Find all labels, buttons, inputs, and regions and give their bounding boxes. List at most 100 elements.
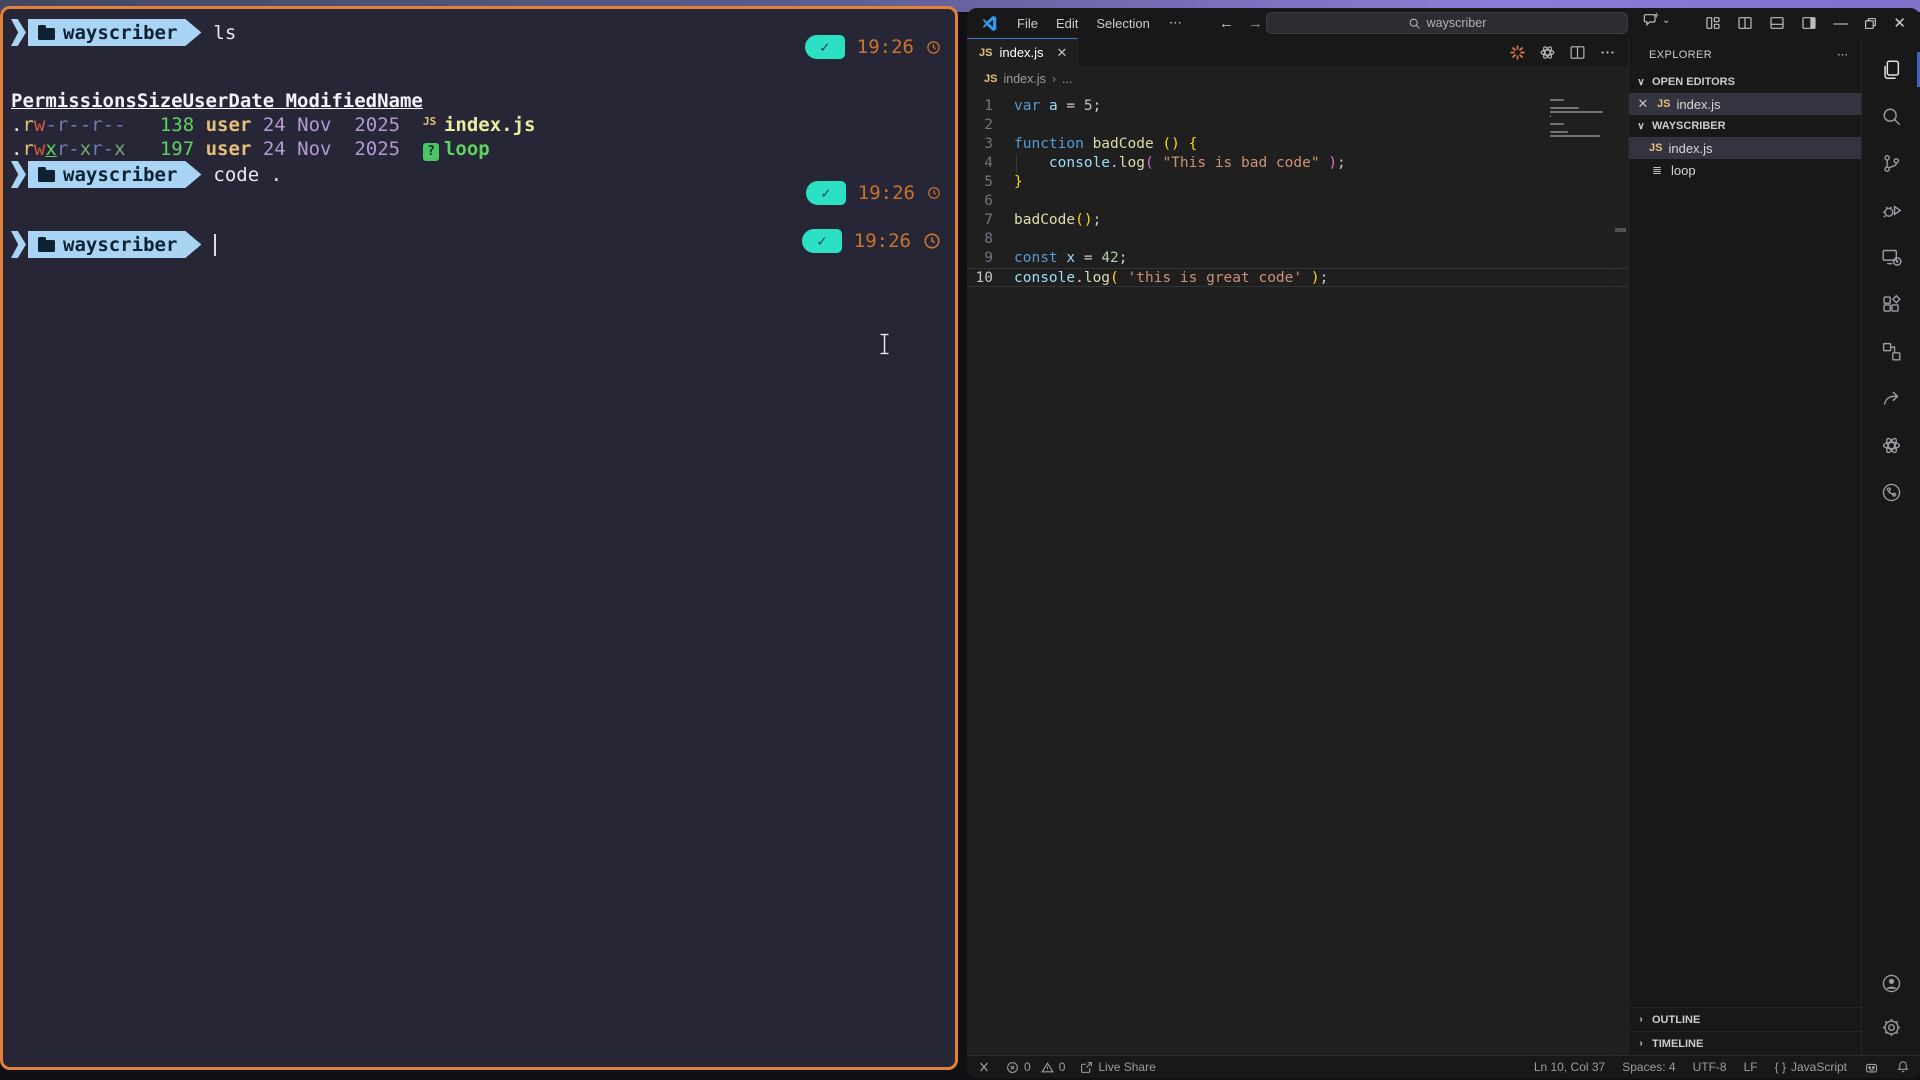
- section-timeline[interactable]: › TIMELINE: [1629, 1031, 1861, 1055]
- remote-explorer-icon[interactable]: [1862, 234, 1920, 281]
- copilot-chat-button[interactable]: ⌄: [1643, 12, 1670, 28]
- claude-icon[interactable]: [1509, 44, 1526, 61]
- code-line[interactable]: 7badCode();: [967, 211, 1628, 230]
- menu-file[interactable]: File: [1008, 16, 1047, 31]
- tab-close-icon[interactable]: ✕: [1057, 45, 1068, 61]
- openai-icon[interactable]: [1862, 422, 1920, 469]
- language-mode[interactable]: { } JavaScript: [1775, 1060, 1847, 1074]
- file-item-index-js[interactable]: JS index.js: [1629, 137, 1861, 159]
- search-icon[interactable]: [1862, 93, 1920, 140]
- code-line[interactable]: 2: [967, 116, 1628, 135]
- section-outline[interactable]: › OUTLINE: [1629, 1007, 1861, 1031]
- prompt-badge: wayscriber: [28, 231, 201, 258]
- vscode-logo-icon[interactable]: [981, 15, 998, 32]
- open-editor-item-index-js[interactable]: ✕ JS index.js: [1629, 93, 1861, 115]
- toggle-panel-icon[interactable]: [1769, 15, 1785, 31]
- source-control-icon[interactable]: [1862, 140, 1920, 187]
- close-icon[interactable]: ✕: [1635, 96, 1651, 112]
- gitlens-icon[interactable]: [1862, 469, 1920, 516]
- window-close-button[interactable]: ✕: [1893, 14, 1906, 32]
- code-line[interactable]: 9const x = 42;: [967, 249, 1628, 268]
- section-label: OPEN EDITORS: [1652, 76, 1735, 88]
- editor-scrollbar[interactable]: [1613, 92, 1628, 1055]
- js-file-icon: JS: [984, 73, 997, 85]
- line-number: 4: [967, 154, 1014, 173]
- code-line[interactable]: 1var a = 5;: [967, 97, 1628, 116]
- desktop: wayscriber ls ✓ 19:26 Permissions Size U…: [0, 0, 1920, 1080]
- notifications-bell-icon[interactable]: [1896, 1060, 1910, 1074]
- split-editor-icon[interactable]: [1569, 44, 1586, 61]
- code-line[interactable]: 5}: [967, 173, 1628, 192]
- scrollbar-handle[interactable]: [1615, 228, 1626, 232]
- symbols-icon[interactable]: [1862, 328, 1920, 375]
- explorer-more-button[interactable]: ⋯: [1837, 48, 1849, 61]
- live-share-button[interactable]: Live Share: [1080, 1060, 1155, 1074]
- account-icon[interactable]: [1881, 961, 1902, 1005]
- openai-icon[interactable]: [1539, 44, 1556, 61]
- line-number: 8: [967, 230, 1014, 249]
- terminal-block-3[interactable]: wayscriber: [11, 231, 216, 258]
- js-file-icon: JS: [979, 47, 992, 59]
- ls-file-name[interactable]: index.js: [444, 113, 536, 137]
- code-line[interactable]: 3function badCode () {: [967, 135, 1628, 154]
- code-line[interactable]: 4 console.log( "This is bad code" );: [967, 154, 1628, 173]
- settings-icon[interactable]: [1881, 1005, 1902, 1049]
- code-line[interactable]: 6: [967, 192, 1628, 211]
- mouse-ibeam-cursor: [878, 333, 891, 355]
- menu-selection[interactable]: Selection: [1087, 16, 1158, 31]
- chevron-right-icon: ›: [1633, 1014, 1649, 1025]
- ls-file-name[interactable]: loop: [444, 137, 490, 161]
- section-label: OUTLINE: [1652, 1014, 1700, 1026]
- breadcrumb-more[interactable]: ...: [1062, 72, 1072, 86]
- more-icon[interactable]: [1599, 44, 1616, 61]
- cursor-position[interactable]: Ln 10, Col 37: [1534, 1060, 1605, 1074]
- run-debug-icon[interactable]: [1862, 187, 1920, 234]
- indentation[interactable]: Spaces: 4: [1622, 1060, 1675, 1074]
- explorer-icon[interactable]: [1862, 46, 1920, 93]
- line-number: 10: [967, 269, 1014, 286]
- problems-indicator[interactable]: 0 0: [1006, 1060, 1065, 1074]
- ls-permissions: .rwxr-xr-x: [11, 137, 126, 161]
- chevron-down-icon: ⌄: [1662, 15, 1670, 26]
- breadcrumb-file[interactable]: index.js: [1003, 72, 1045, 86]
- tab-index-js[interactable]: JS index.js ✕: [967, 38, 1078, 66]
- check-icon: ✓: [821, 184, 830, 202]
- terminal-window[interactable]: wayscriber ls ✓ 19:26 Permissions Size U…: [0, 6, 958, 1070]
- status-bar: 0 0 Live Share Ln 10, Col 37 Spaces: 4 U…: [967, 1055, 1920, 1078]
- customize-layout-icon[interactable]: [1705, 15, 1721, 31]
- clock-icon: [926, 40, 941, 55]
- command-center-search[interactable]: wayscriber: [1266, 12, 1628, 34]
- split-editor-layout-icon[interactable]: [1737, 15, 1753, 31]
- eol-sequence[interactable]: LF: [1744, 1060, 1758, 1074]
- nav-back-button[interactable]: ←: [1219, 15, 1234, 32]
- encoding[interactable]: UTF-8: [1693, 1060, 1727, 1074]
- extensions-icon[interactable]: [1862, 281, 1920, 328]
- nav-forward-button[interactable]: →: [1248, 15, 1263, 32]
- terminal-prompt: wayscriber: [11, 231, 201, 258]
- editor-actions: [1509, 38, 1628, 66]
- menu-edit[interactable]: Edit: [1047, 16, 1087, 31]
- error-count: 0: [1024, 1060, 1031, 1074]
- breadcrumb[interactable]: JS index.js › ...: [967, 66, 1628, 92]
- section-open-editors[interactable]: ∨ OPEN EDITORS: [1629, 71, 1861, 93]
- ls-header-cell: User: [183, 89, 229, 113]
- unknown-file-icon: ?: [423, 143, 439, 161]
- window-minimize-button[interactable]: —: [1833, 15, 1848, 32]
- minimap[interactable]: [1550, 99, 1612, 139]
- section-wayscriber[interactable]: ∨ WAYSCRIBER: [1629, 115, 1861, 137]
- live-share-icon[interactable]: [1862, 375, 1920, 422]
- code-editor[interactable]: 1var a = 5;23function badCode () {4 cons…: [967, 92, 1628, 1055]
- clock-icon: [927, 186, 941, 200]
- ls-header-cell: Size: [137, 89, 183, 113]
- file-name: index.js: [1668, 141, 1712, 156]
- ls-table-header: Permissions Size User Date Modified Name: [11, 89, 423, 113]
- menu-more-button[interactable]: ⋯: [1159, 15, 1193, 31]
- toggle-secondary-sidebar-icon[interactable]: [1801, 15, 1817, 31]
- terminal-prompt: wayscriber: [11, 161, 201, 188]
- remote-indicator[interactable]: [977, 1060, 991, 1074]
- code-line[interactable]: 10console.log( 'this is great code' );: [967, 268, 1628, 287]
- window-restore-button[interactable]: [1864, 17, 1877, 30]
- code-line[interactable]: 8: [967, 230, 1628, 249]
- tabnine-robot-icon[interactable]: [1864, 1060, 1879, 1075]
- file-item-loop[interactable]: ≣ loop: [1629, 159, 1861, 181]
